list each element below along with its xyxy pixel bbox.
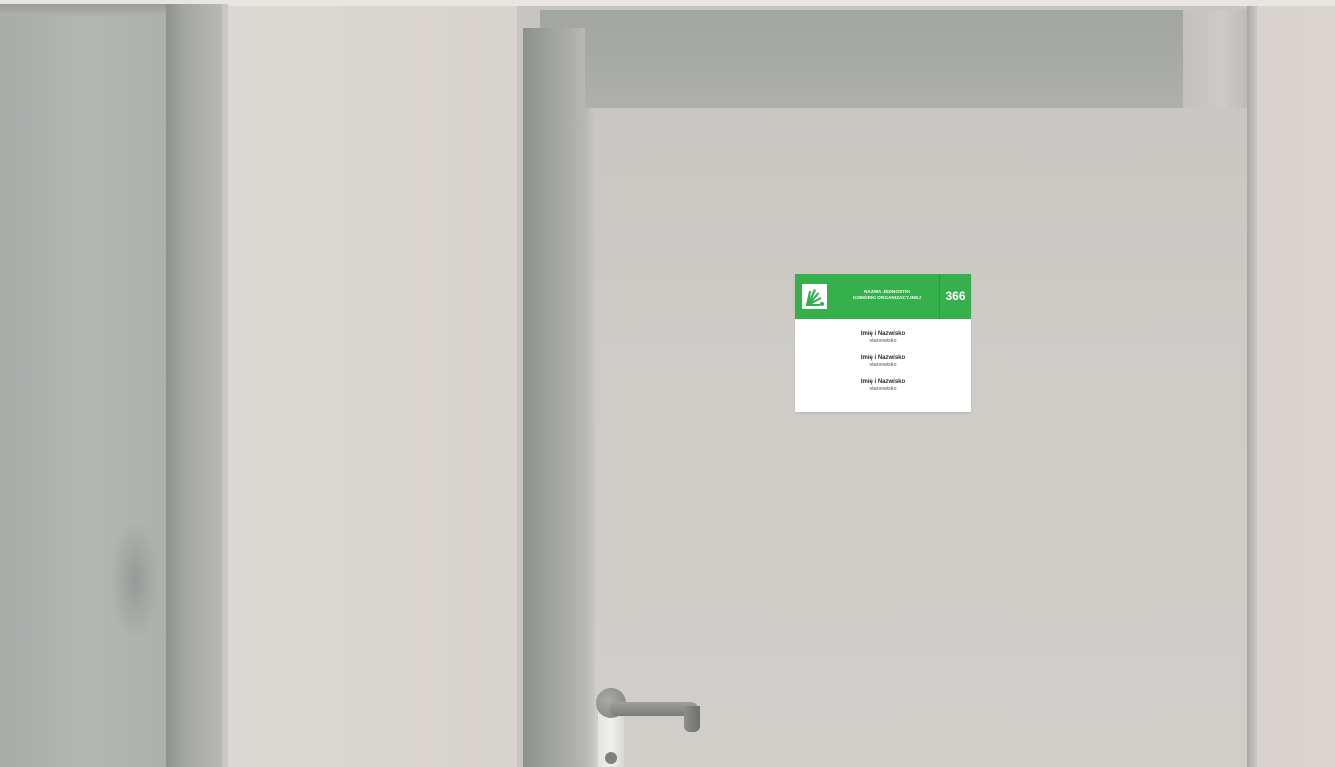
door-frame-right-edge [1247, 6, 1255, 767]
door-handle-tip [684, 706, 700, 732]
green-emblem-icon [802, 284, 827, 309]
staff-list: Imię i Nazwisko stanowisko Imię i Nazwis… [795, 331, 971, 403]
left-door [0, 8, 166, 767]
staff-entry: Imię i Nazwisko stanowisko [795, 379, 971, 393]
office-door-edge [585, 108, 595, 767]
staff-name: Imię i Nazwisko [860, 331, 906, 337]
keyhole-icon [605, 752, 617, 764]
office-corridor-scene: NAZWA JEDNOSTKI KOMÓRKI ORGANIZACYJNEJ 3… [0, 0, 1335, 767]
staff-entry: Imię i Nazwisko stanowisko [795, 355, 971, 369]
staff-position: stanowisko [869, 362, 897, 368]
door-sign-header: NAZWA JEDNOSTKI KOMÓRKI ORGANIZACYJNEJ 3… [795, 274, 971, 319]
room-number: 366 [945, 289, 966, 303]
staff-name: Imię i Nazwisko [860, 355, 906, 361]
unit-name-line-2: KOMÓRKI ORGANIZACYJNEJ [852, 295, 922, 300]
staff-position: stanowisko [869, 386, 897, 392]
left-door-frame-edge [222, 4, 228, 767]
staff-entry: Imię i Nazwisko stanowisko [795, 331, 971, 345]
organizational-unit-name: NAZWA JEDNOSTKI KOMÓRKI ORGANIZACYJNEJ [835, 289, 939, 301]
left-door-shadow [110, 520, 160, 640]
office-door[interactable] [585, 108, 1247, 767]
staff-position: stanowisko [869, 338, 897, 344]
door-sign: NAZWA JEDNOSTKI KOMÓRKI ORGANIZACYJNEJ 3… [795, 274, 971, 412]
left-door-frame [166, 4, 224, 767]
staff-name: Imię i Nazwisko [860, 379, 906, 385]
door-frame-left [523, 28, 585, 767]
